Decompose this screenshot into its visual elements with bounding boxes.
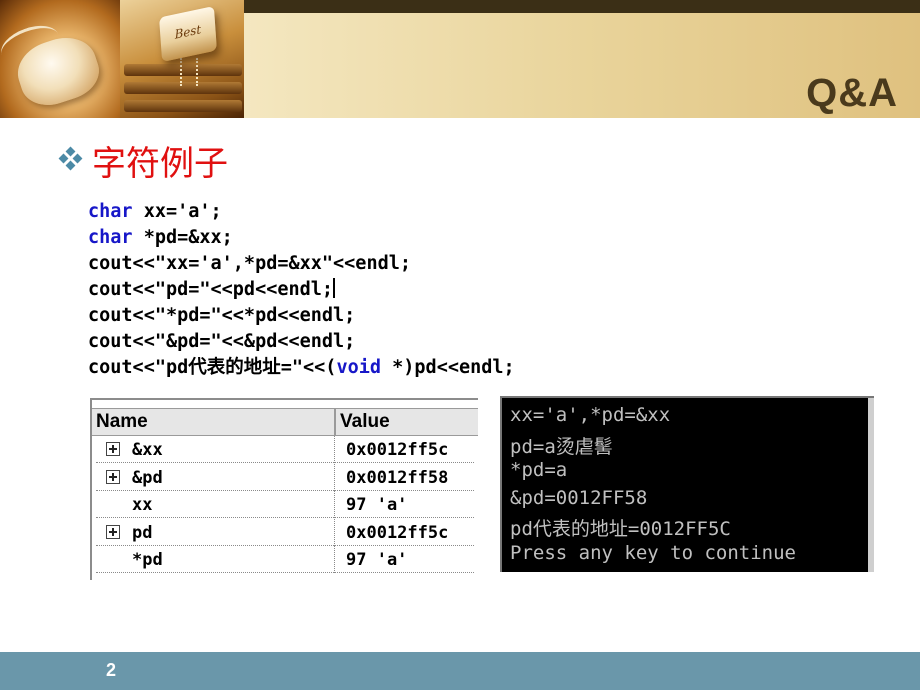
- row-divider: [96, 572, 474, 573]
- watch-row[interactable]: *pd 97 'a': [92, 546, 478, 573]
- code-line: char xx='a';: [88, 199, 515, 225]
- code-line-text: cout<<"pd="<<pd<<endl;: [88, 279, 334, 300]
- watch-value: 0x0012ff58: [346, 467, 449, 488]
- best-key-icon: Best: [159, 6, 217, 62]
- keyword: char: [88, 227, 133, 248]
- slide-header: Best Q&A: [0, 0, 920, 118]
- keyboard-row: [124, 100, 242, 112]
- watch-row[interactable]: &xx 0x0012ff5c: [92, 436, 478, 463]
- code-line: char *pd=&xx;: [88, 225, 515, 251]
- mouse-photo: [0, 0, 120, 118]
- slide-footer: 2: [0, 652, 920, 690]
- watch-name: *pd: [132, 550, 163, 570]
- console-line: pd代表的地址=0012FF5C: [510, 518, 731, 540]
- console-line: xx='a',*pd=&xx: [510, 404, 671, 426]
- watch-name: &xx: [132, 440, 163, 460]
- column-divider[interactable]: [334, 409, 336, 435]
- keyword: char: [88, 201, 133, 222]
- watch-row[interactable]: pd 0x0012ff5c: [92, 518, 478, 546]
- console-line: *pd=a: [510, 459, 568, 481]
- code-line: cout<<"&pd="<<&pd<<endl;: [88, 331, 356, 352]
- scrollbar[interactable]: [868, 398, 874, 572]
- watch-value: 97 'a': [346, 495, 408, 515]
- text-caret: [333, 278, 336, 298]
- column-separator: [334, 518, 335, 546]
- console-line: pd=a烫虐髺: [510, 435, 613, 458]
- expand-plus-icon[interactable]: [106, 524, 120, 539]
- code-block: char xx='a'; char *pd=&xx; cout<<"xx='a'…: [88, 199, 515, 381]
- header-panel: Q&A: [244, 13, 920, 118]
- code-line: cout<<"xx='a',*pd=&xx"<<endl;: [88, 253, 412, 274]
- code-line-rest: cout<<"pd代表的地址="<<(: [88, 357, 337, 378]
- expand-plus-icon[interactable]: [106, 469, 120, 484]
- column-separator: [334, 491, 335, 518]
- keyword: void: [336, 357, 381, 378]
- slide-title: Q&A: [806, 71, 898, 115]
- diamond-bullet-icon: [58, 146, 84, 172]
- column-header-name[interactable]: Name: [96, 411, 148, 433]
- watch-name: xx: [132, 495, 153, 515]
- watch-name: pd: [132, 522, 153, 543]
- spring-icon: [180, 58, 198, 86]
- watch-row[interactable]: xx 97 'a': [92, 491, 478, 518]
- keyboard-photo: Best: [120, 0, 244, 118]
- code-line-rest: *pd=&xx;: [132, 227, 233, 248]
- code-line: cout<<"pd="<<pd<<endl;: [88, 277, 515, 303]
- watch-header: Name Value: [92, 408, 478, 436]
- watch-row[interactable]: &pd 0x0012ff58: [92, 463, 478, 491]
- watch-value: 0x0012ff5c: [346, 440, 449, 460]
- watch-window: Name Value &xx 0x0012ff5c &pd 0x0012ff58 xx 9…: [90, 398, 478, 580]
- header-top-bar: [244, 0, 920, 13]
- code-line-rest: *)pd<<endl;: [381, 357, 515, 378]
- column-separator: [334, 463, 335, 491]
- code-line: cout<<"*pd="<<*pd<<endl;: [88, 305, 356, 326]
- console-window: xx='a',*pd=&xx pd=a烫虐髺 *pd=a &pd=0012FF58 pd…: [500, 396, 874, 572]
- expand-plus-icon[interactable]: [106, 442, 120, 456]
- page-number: 2: [106, 660, 117, 680]
- column-header-value[interactable]: Value: [340, 411, 390, 433]
- column-separator: [334, 436, 335, 463]
- code-line-rest: xx='a';: [132, 201, 222, 222]
- column-separator: [334, 546, 335, 573]
- console-line: Press any key to continue: [510, 541, 796, 564]
- console-line: &pd=0012FF58: [510, 486, 648, 509]
- bullet-heading: 字符例子: [92, 144, 228, 184]
- watch-value: 97 'a': [346, 550, 408, 570]
- watch-name: &pd: [132, 467, 163, 488]
- code-line: cout<<"pd代表的地址="<<(void *)pd<<endl;: [88, 355, 515, 381]
- watch-value: 0x0012ff5c: [346, 522, 449, 543]
